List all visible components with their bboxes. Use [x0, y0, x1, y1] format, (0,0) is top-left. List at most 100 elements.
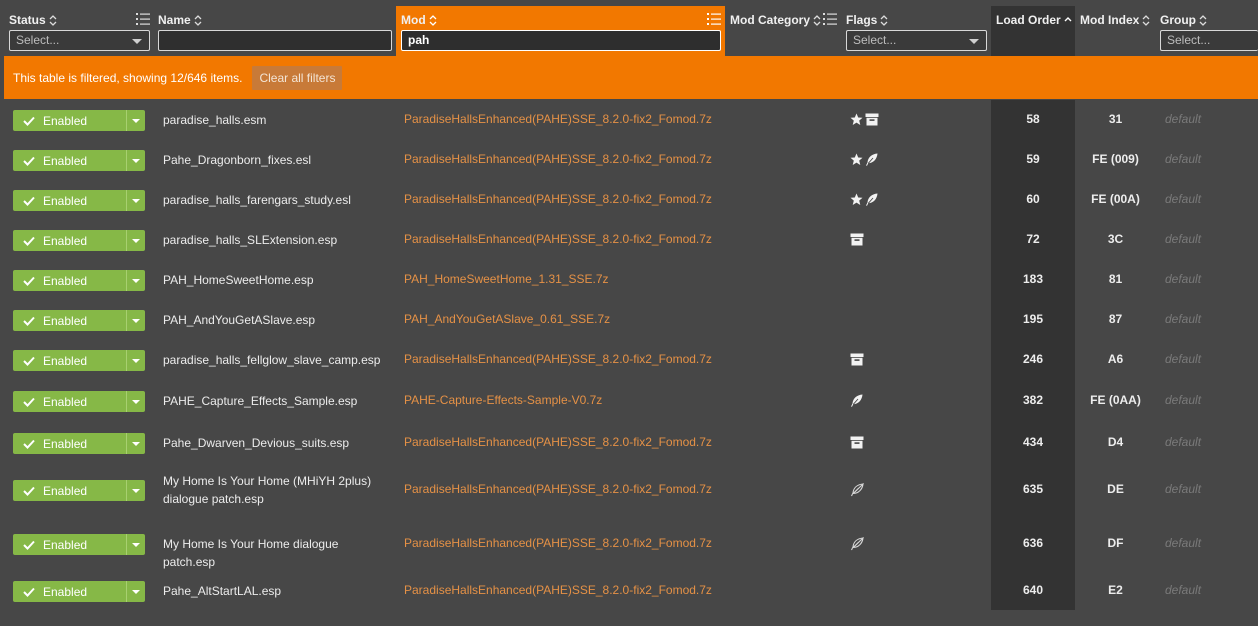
mod-link[interactable]: PAH_AndYouGetASlave_0.61_SSE.7z	[404, 312, 610, 326]
column-mod-category-title[interactable]: Mod Category	[730, 13, 821, 27]
sort-icon[interactable]	[194, 14, 202, 26]
column-name-title[interactable]: Name	[158, 13, 202, 27]
status-dropdown-toggle[interactable]	[126, 150, 145, 171]
status-dropdown[interactable]: Enabled	[13, 150, 145, 171]
status-toggle-button[interactable]: Enabled	[13, 110, 126, 131]
status-toggle-button[interactable]: Enabled	[13, 350, 126, 371]
status-toggle-button[interactable]: Enabled	[13, 310, 126, 331]
status-toggle-button[interactable]: Enabled	[13, 480, 126, 501]
mod-link[interactable]: ParadiseHallsEnhanced(PAHE)SSE_8.2.0-fix…	[404, 536, 712, 550]
name-filter-input[interactable]	[158, 30, 392, 51]
status-dropdown-toggle[interactable]	[126, 230, 145, 251]
status-dropdown[interactable]: Enabled	[13, 391, 145, 412]
status-toggle-button[interactable]: Enabled	[13, 190, 126, 211]
status-toggle-button[interactable]: Enabled	[13, 230, 126, 251]
mod-link[interactable]: ParadiseHallsEnhanced(PAHE)SSE_8.2.0-fix…	[404, 583, 712, 597]
clear-filters-button[interactable]: Clear all filters	[252, 65, 343, 90]
status-dropdown[interactable]: Enabled	[13, 480, 145, 501]
sort-icon[interactable]	[1142, 14, 1150, 26]
sort-icon[interactable]	[429, 14, 437, 26]
column-load-order-title[interactable]: Load Order	[996, 13, 1072, 27]
status-dropdown-toggle[interactable]	[126, 270, 145, 291]
status-dropdown[interactable]: Enabled	[13, 190, 145, 211]
sort-icon[interactable]	[1199, 14, 1207, 26]
mod-link[interactable]: ParadiseHallsEnhanced(PAHE)SSE_8.2.0-fix…	[404, 435, 712, 449]
group-value[interactable]: default	[1165, 482, 1201, 496]
status-dropdown-toggle[interactable]	[126, 310, 145, 331]
status-toggle-button[interactable]: Enabled	[13, 391, 126, 412]
chevron-down-icon	[132, 441, 140, 446]
sort-icon[interactable]	[49, 14, 57, 26]
column-options-icon[interactable]	[707, 13, 721, 28]
column-group-label: Group	[1160, 13, 1196, 27]
column-options-icon[interactable]	[823, 13, 837, 28]
column-status-label: Status	[9, 13, 46, 27]
status-dropdown[interactable]: Enabled	[13, 310, 145, 331]
status-label: Enabled	[43, 394, 88, 409]
group-value[interactable]: default	[1165, 536, 1201, 550]
column-status-title[interactable]: Status	[9, 13, 57, 27]
status-toggle-button[interactable]: Enabled	[13, 270, 126, 291]
checkmark-icon	[23, 486, 35, 496]
status-dropdown[interactable]: Enabled	[13, 110, 145, 131]
status-dropdown[interactable]: Enabled	[13, 534, 145, 555]
group-value[interactable]: default	[1165, 352, 1201, 366]
mod-link[interactable]: ParadiseHallsEnhanced(PAHE)SSE_8.2.0-fix…	[404, 152, 712, 166]
group-value[interactable]: default	[1165, 435, 1201, 449]
status-toggle-button[interactable]: Enabled	[13, 534, 126, 555]
chevron-down-icon	[132, 358, 140, 363]
status-filter-placeholder: Select...	[16, 33, 60, 47]
column-mod-title[interactable]: Mod	[401, 13, 437, 27]
status-dropdown[interactable]: Enabled	[13, 433, 145, 454]
mod-link[interactable]: ParadiseHallsEnhanced(PAHE)SSE_8.2.0-fix…	[404, 352, 712, 366]
column-mod-index-title[interactable]: Mod Index	[1080, 13, 1150, 27]
status-dropdown-toggle[interactable]	[126, 190, 145, 211]
status-dropdown[interactable]: Enabled	[13, 350, 145, 371]
status-dropdown-toggle[interactable]	[126, 581, 145, 602]
mod-link[interactable]: ParadiseHallsEnhanced(PAHE)SSE_8.2.0-fix…	[404, 192, 712, 206]
column-load-order: Load Order	[991, 6, 1075, 56]
mod-link[interactable]: ParadiseHallsEnhanced(PAHE)SSE_8.2.0-fix…	[404, 482, 712, 496]
status-dropdown-toggle[interactable]	[126, 350, 145, 371]
group-value[interactable]: default	[1165, 272, 1201, 286]
status-dropdown[interactable]: Enabled	[13, 230, 145, 251]
sort-icon[interactable]	[813, 14, 821, 26]
flags-filter-placeholder: Select...	[853, 33, 897, 47]
status-dropdown-toggle[interactable]	[126, 480, 145, 501]
mod-link[interactable]: ParadiseHallsEnhanced(PAHE)SSE_8.2.0-fix…	[404, 112, 712, 126]
column-flags-title[interactable]: Flags	[846, 13, 888, 27]
status-filter-select[interactable]: Select...	[9, 30, 150, 51]
status-dropdown-toggle[interactable]	[126, 534, 145, 555]
status-dropdown-toggle[interactable]	[126, 110, 145, 131]
group-value[interactable]: default	[1165, 192, 1201, 206]
mod-link[interactable]: ParadiseHallsEnhanced(PAHE)SSE_8.2.0-fix…	[404, 232, 712, 246]
plugin-name: Pahe_AltStartLAL.esp	[163, 584, 282, 598]
group-value[interactable]: default	[1165, 152, 1201, 166]
status-dropdown-toggle[interactable]	[126, 391, 145, 412]
mod-link[interactable]: PAH_HomeSweetHome_1.31_SSE.7z	[404, 272, 609, 286]
group-value[interactable]: default	[1165, 312, 1201, 326]
group-value[interactable]: default	[1165, 583, 1201, 597]
mod-link[interactable]: PAHE-Capture-Effects-Sample-V0.7z	[404, 393, 602, 407]
column-load-order-label: Load Order	[996, 13, 1061, 27]
status-toggle-button[interactable]: Enabled	[13, 150, 126, 171]
column-options-icon[interactable]	[136, 13, 150, 28]
column-group-title[interactable]: Group	[1160, 13, 1207, 27]
column-flags-label: Flags	[846, 13, 878, 27]
status-dropdown[interactable]: Enabled	[13, 581, 145, 602]
group-value[interactable]: default	[1165, 393, 1201, 407]
status-dropdown[interactable]: Enabled	[13, 270, 145, 291]
sort-ascending-icon[interactable]	[1064, 15, 1072, 26]
flags-filter-select[interactable]: Select...	[846, 30, 987, 51]
column-mod-index: Mod Index	[1075, 6, 1155, 56]
status-toggle-button[interactable]: Enabled	[13, 433, 126, 454]
mod-filter-input[interactable]: pah	[401, 30, 721, 51]
sort-icon[interactable]	[880, 14, 888, 26]
column-name: Name	[153, 6, 396, 56]
group-filter-select[interactable]: Select...	[1160, 30, 1258, 51]
mod-index-value: DF	[1107, 536, 1124, 550]
status-dropdown-toggle[interactable]	[126, 433, 145, 454]
status-toggle-button[interactable]: Enabled	[13, 581, 126, 602]
group-value[interactable]: default	[1165, 232, 1201, 246]
group-value[interactable]: default	[1165, 112, 1201, 126]
